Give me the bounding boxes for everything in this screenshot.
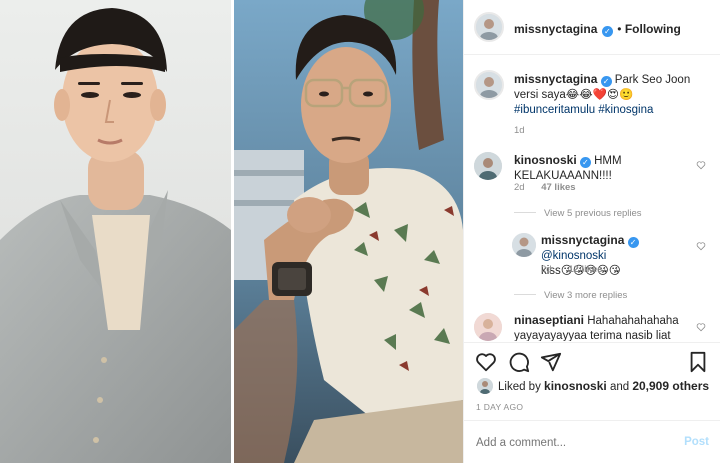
verified-icon: ✓ [579, 157, 591, 168]
caption-username[interactable]: missnyctagina [514, 72, 597, 86]
share-icon[interactable] [540, 351, 562, 373]
replies-divider [514, 212, 536, 213]
verified-icon: ✓ [627, 237, 639, 248]
post-timestamp[interactable]: 1 DAY AGO [476, 402, 523, 412]
post-comment-button[interactable]: Post [684, 436, 709, 448]
verified-icon: ✓ [601, 26, 613, 37]
comment-avatar[interactable] [474, 313, 502, 341]
view-more-replies[interactable]: View 3 more replies [514, 290, 627, 301]
likes-prefix: Liked by [498, 381, 541, 393]
photo-right-man-glasses [234, 0, 463, 463]
reply-username[interactable]: missnyctagina [541, 233, 624, 247]
photo-left-illustration [0, 0, 231, 463]
comment-meta: 2d 47 likes [514, 182, 576, 193]
liker-avatar[interactable] [477, 378, 493, 394]
comment-like-heart-icon[interactable] [696, 160, 706, 170]
author-username[interactable]: missnyctagina [514, 22, 597, 36]
photo-left-man-grey-jacket [0, 0, 231, 463]
author-avatar[interactable] [474, 12, 504, 42]
caption-hashtags[interactable]: #ibunceritamulu #kinosgina [514, 104, 653, 116]
likes-summary: Liked by kinosnoski and 20,909 others [498, 379, 709, 395]
comment-form: Post [464, 420, 720, 463]
replies-divider [514, 294, 536, 295]
reply-avatar[interactable] [512, 233, 536, 257]
comment-likes[interactable]: 47 likes [541, 182, 575, 193]
post-side-panel: missnyctagina ✓ • Following missnyctagin… [463, 0, 720, 463]
post-photo[interactable] [0, 0, 463, 463]
header-user-line: missnyctagina ✓ • Following [514, 20, 681, 38]
verified-icon: ✓ [600, 76, 612, 87]
comment-input[interactable] [476, 433, 666, 453]
comment-like-heart-icon[interactable] [696, 322, 706, 332]
heart-icon[interactable] [475, 351, 497, 373]
view-previous-replies[interactable]: View 5 previous replies [514, 208, 642, 219]
caption-age: 1d [514, 125, 525, 136]
caption-avatar[interactable] [474, 70, 504, 100]
view-more-replies-label: View 3 more replies [544, 290, 628, 301]
comment-age: 2d [514, 182, 525, 193]
follow-status-button[interactable]: Following [625, 22, 681, 36]
comment-icon[interactable] [508, 351, 530, 373]
reply-likes[interactable]: 12 likes [568, 264, 602, 275]
comment-body: kinosnoski ✓ HMM KELAKUAAANN!!!! [514, 153, 694, 184]
header-separator: • [617, 22, 625, 36]
post-header: missnyctagina ✓ • Following [464, 0, 720, 55]
comment-avatar[interactable] [474, 152, 502, 180]
photo-right-illustration [234, 0, 463, 463]
likes-joiner: and [609, 381, 630, 393]
comment-username[interactable]: ninaseptiani [514, 313, 584, 327]
view-previous-replies-label: View 5 previous replies [544, 208, 642, 219]
likes-user[interactable]: kinosnoski [544, 379, 607, 393]
action-bar [464, 342, 720, 378]
bookmark-icon[interactable] [687, 351, 709, 373]
caption: missnyctagina ✓ Park Seo Joon versi saya… [514, 72, 709, 118]
reply-like-heart-icon[interactable] [696, 241, 706, 251]
reply-meta: 2d 12 likes [541, 264, 603, 275]
likes-others[interactable]: 20,909 others [632, 379, 709, 393]
reply-age: 2d [541, 264, 552, 275]
comment-username[interactable]: kinosnoski [514, 153, 577, 167]
reply-mention[interactable]: @kinosnoski [541, 250, 606, 262]
comment-body: ninaseptiani Hahahahahahaha yayayayayyaa… [514, 313, 694, 341]
